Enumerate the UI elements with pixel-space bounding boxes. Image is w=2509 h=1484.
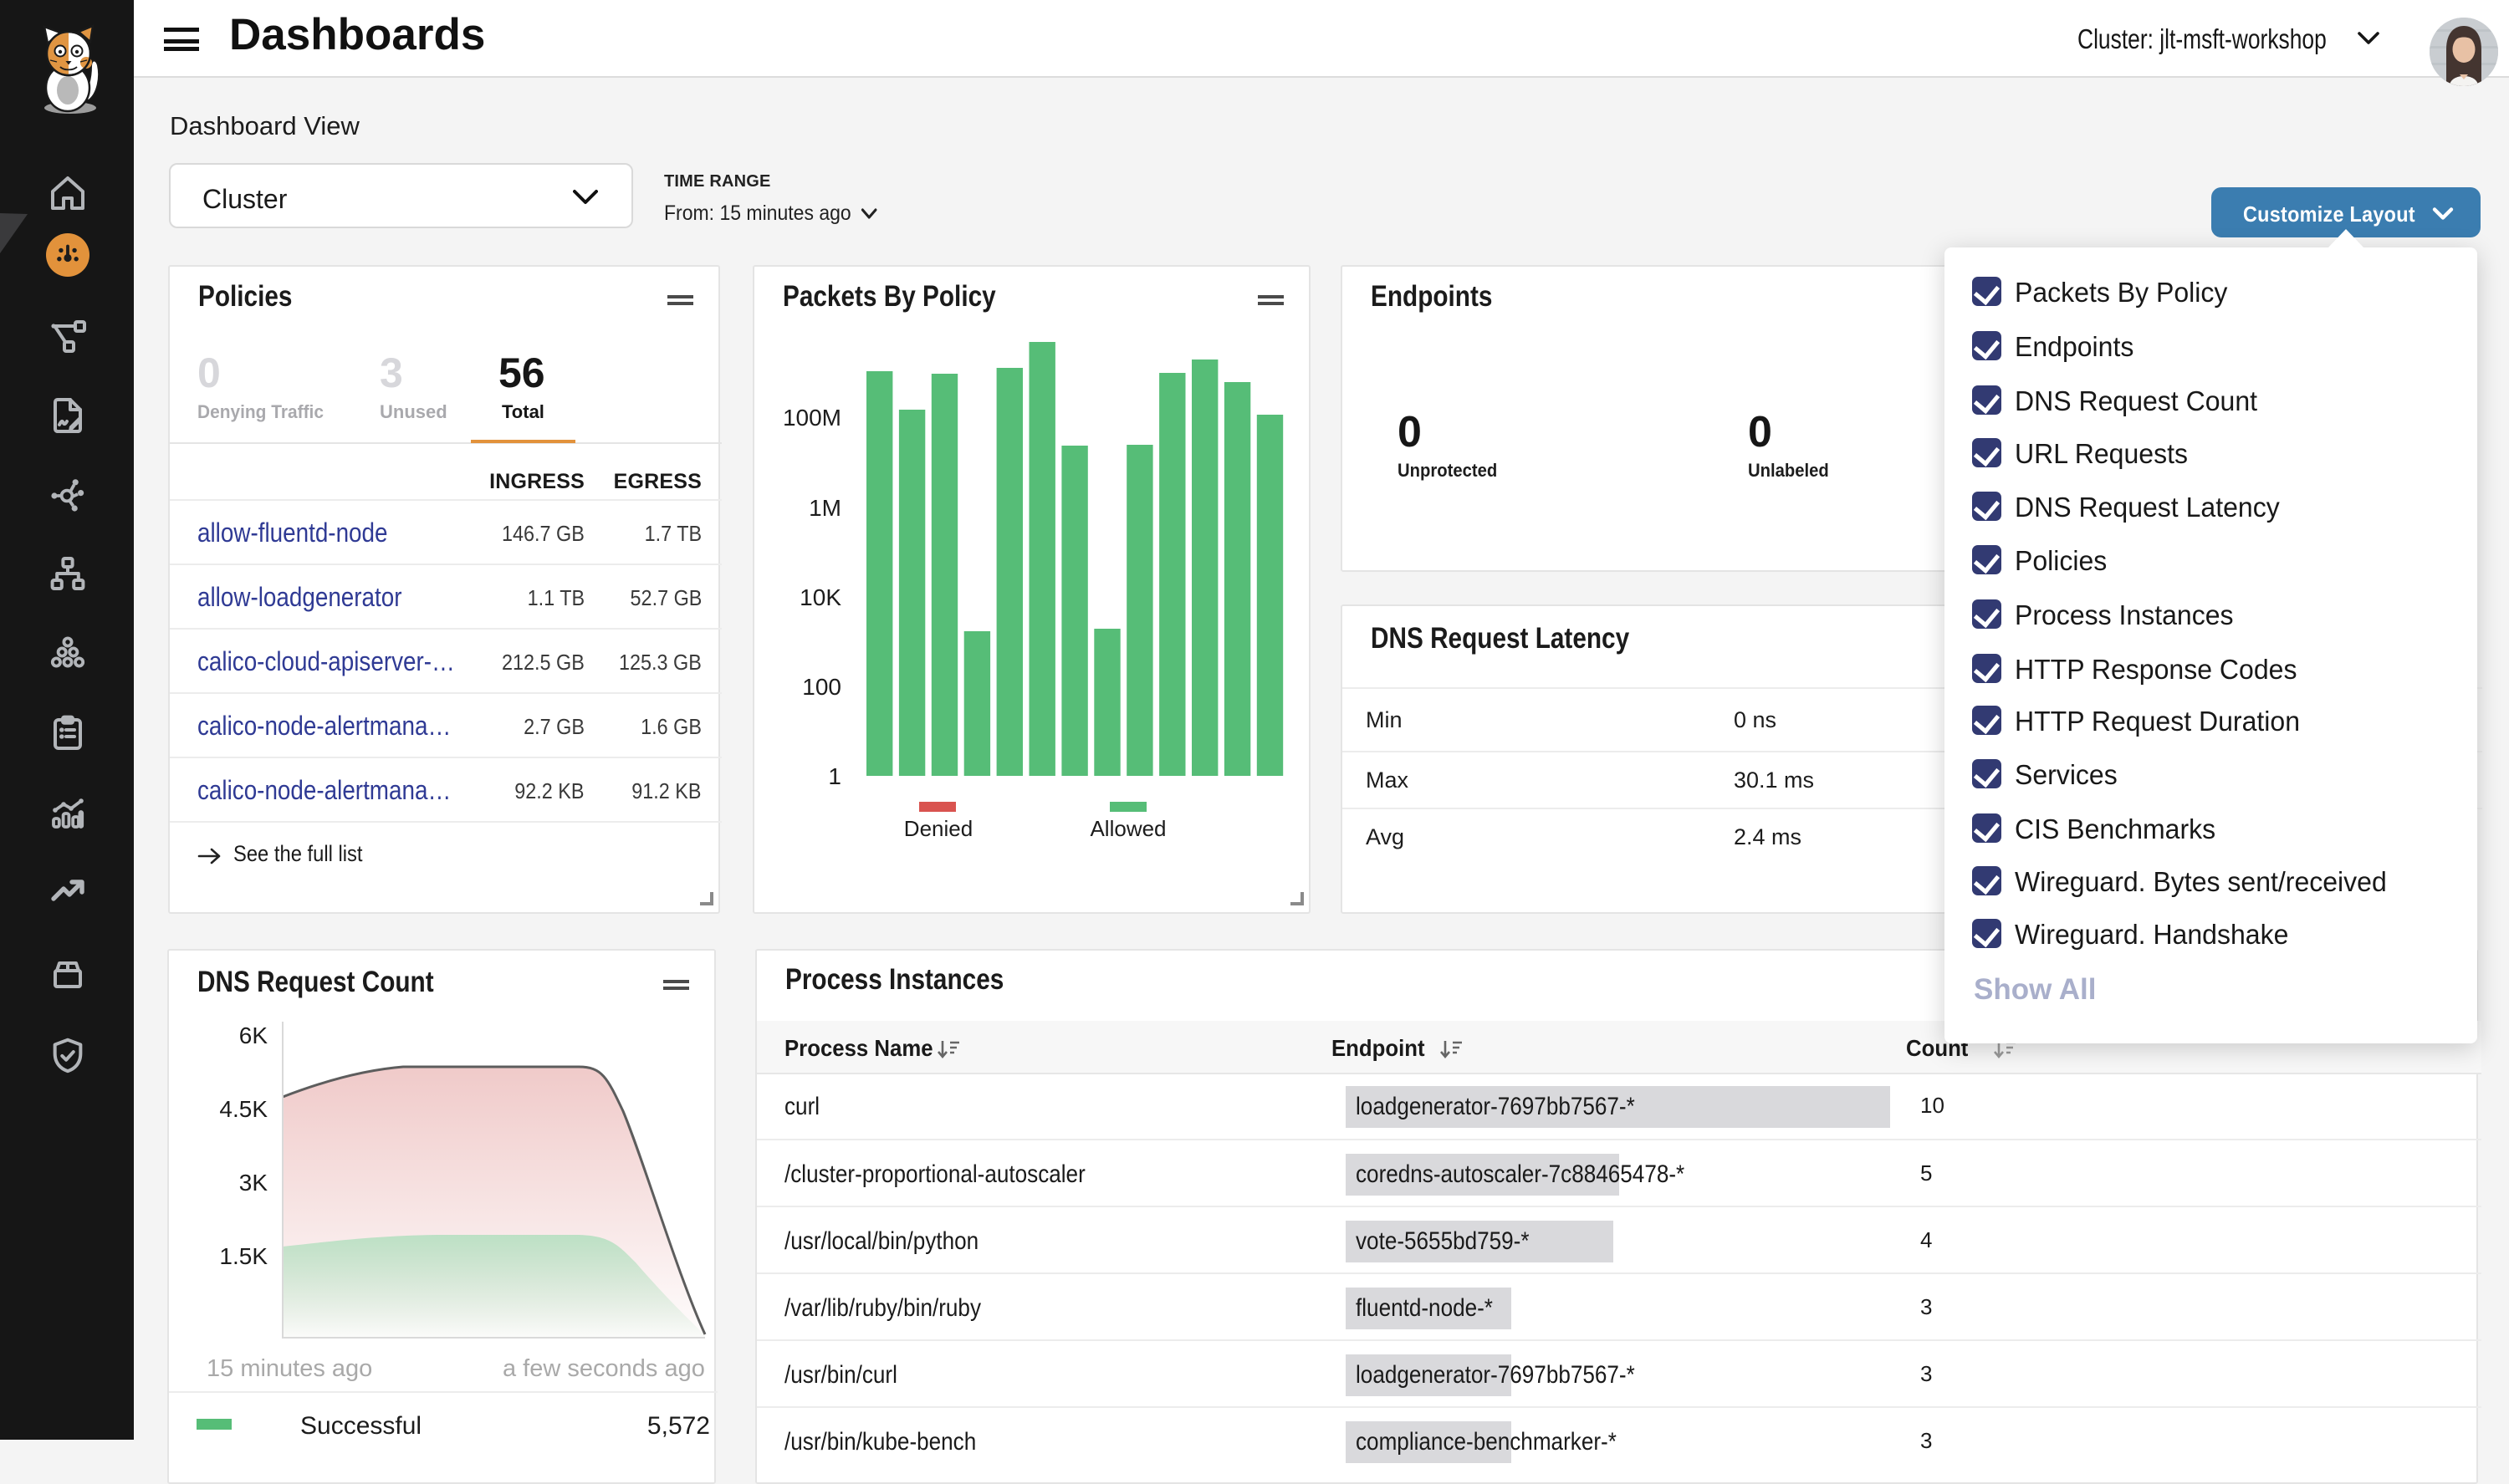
svg-text:Denied: Denied <box>904 816 973 841</box>
svg-text:3K: 3K <box>239 1170 268 1196</box>
svg-text:1: 1 <box>828 763 841 789</box>
svg-text:4.5K: 4.5K <box>219 1096 268 1122</box>
svg-text:Allowed: Allowed <box>1090 816 1166 841</box>
svg-text:6K: 6K <box>239 1022 268 1048</box>
svg-text:100M: 100M <box>783 405 841 431</box>
svg-text:100: 100 <box>802 674 841 700</box>
svg-text:1.5K: 1.5K <box>219 1243 268 1269</box>
svg-text:15 minutes ago: 15 minutes ago <box>207 1355 372 1382</box>
svg-text:a few seconds ago: a few seconds ago <box>503 1355 705 1382</box>
svg-text:10K: 10K <box>800 584 841 610</box>
svg-text:1M: 1M <box>809 495 841 521</box>
